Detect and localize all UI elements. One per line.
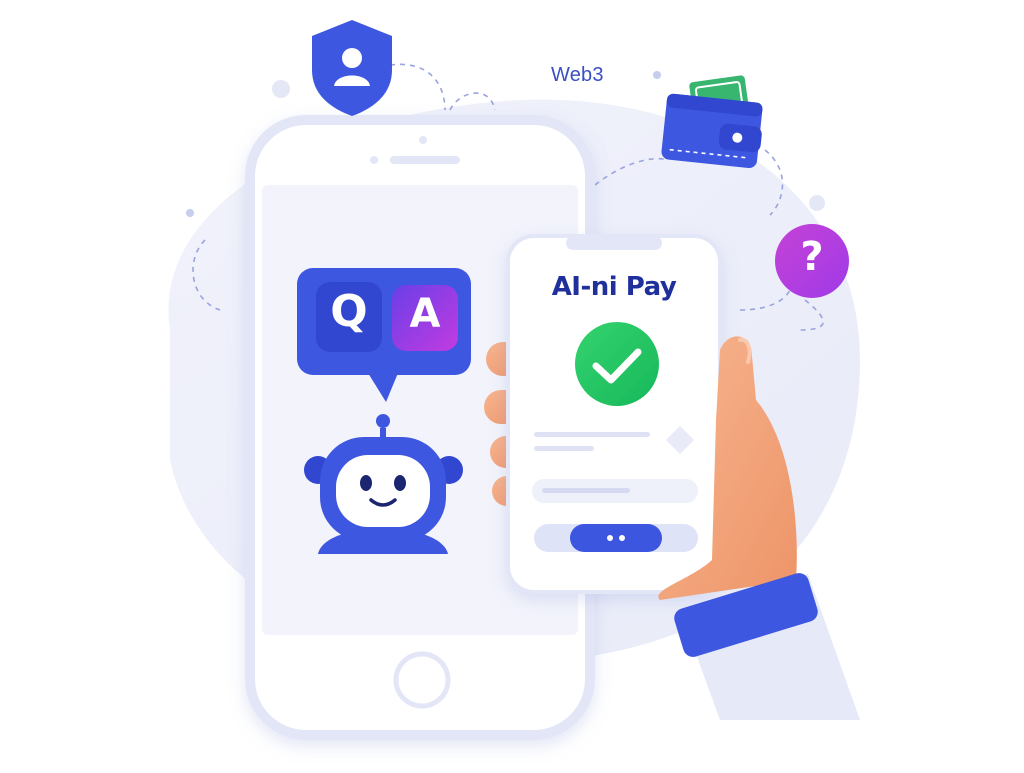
pay-title: AI-ni Pay <box>551 272 677 302</box>
wallet-icon <box>661 75 763 169</box>
qa-letter-a: A <box>409 291 441 337</box>
web3-label: Web3 <box>551 64 604 86</box>
shield-user-icon <box>312 20 392 116</box>
illustration-scene: Web3 AI-ni Pay Q A ? <box>0 0 1024 768</box>
qa-letter-q: Q <box>330 286 368 337</box>
question-mark-glyph: ? <box>800 234 824 280</box>
